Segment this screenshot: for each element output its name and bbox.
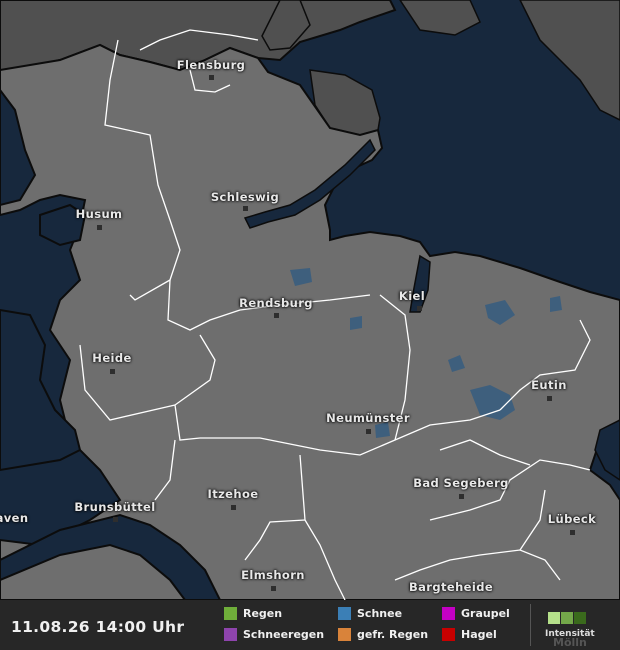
legend-bar: 11.08.26 14:00 Uhr Regen Schnee Graupel … (0, 600, 620, 650)
intensity-swatch-low (548, 612, 560, 624)
intensity-swatch-mid (561, 612, 573, 624)
snow-swatch (338, 607, 351, 620)
legend-divider (530, 604, 531, 646)
city-label-heide: Heide (92, 351, 132, 365)
lake-3 (350, 316, 362, 330)
city-label-schleswig: Schleswig (210, 190, 280, 204)
city-label-rendsburg: Rendsburg (239, 296, 313, 310)
city-label-luebeck: Lübeck (547, 512, 597, 526)
city-dot-heide (110, 369, 115, 374)
graupel-swatch (442, 607, 455, 620)
freezing-rain-swatch (338, 628, 351, 641)
city-dot-itzehoe (231, 505, 236, 510)
city-label-husum: Husum (75, 207, 123, 221)
legend-item-regen: Regen (224, 607, 282, 620)
legend-label-schnee: Schnee (357, 607, 403, 620)
city-dot-elmshorn (271, 586, 276, 591)
sleet-swatch (224, 628, 237, 641)
timestamp: 11.08.26 14:00 Uhr (11, 618, 185, 636)
city-label-neumuenster: Neumünster (326, 411, 410, 425)
city-dot-schleswig (243, 206, 248, 211)
lake-5 (550, 296, 562, 312)
legend-item-hagel: Hagel (442, 628, 497, 641)
city-dot-luebeck (570, 530, 575, 535)
legend-label-gefr-regen: gefr. Regen (357, 628, 429, 641)
intensity-swatch-high (574, 612, 586, 624)
rain-swatch (224, 607, 237, 620)
legend-label-graupel: Graupel (461, 607, 510, 620)
city-dot-bad-segeberg (459, 494, 464, 499)
city-dot-brunsbuettel (113, 517, 118, 522)
city-dot-husum (97, 225, 102, 230)
city-label-eutin: Eutin (531, 378, 567, 392)
city-dot-flensburg (209, 75, 214, 80)
city-dot-kiel (417, 306, 422, 311)
city-label-aven: aven (0, 511, 29, 525)
legend-item-schnee: Schnee (338, 607, 402, 620)
city-label-elmshorn: Elmshorn (241, 568, 305, 582)
hail-swatch (442, 628, 455, 641)
legend-item-graupel: Graupel (442, 607, 510, 620)
city-dot-eutin (547, 396, 552, 401)
city-dot-neumuenster (366, 429, 371, 434)
city-label-bad-segeberg: Bad Segeberg (413, 476, 509, 490)
legend-item-schneeregen: Schneeregen (224, 628, 324, 641)
city-dot-rendsburg (274, 313, 279, 318)
weather-map[interactable]: Flensburg Schleswig Husum Rendsburg Kiel… (0, 0, 620, 601)
legend-label-regen: Regen (243, 607, 283, 620)
legend-label-schneeregen: Schneeregen (243, 628, 325, 641)
legend-item-gefr-regen: gefr. Regen (338, 628, 428, 641)
intensity-scale (548, 612, 587, 624)
intensity-label: Intensität (545, 629, 595, 639)
city-label-flensburg: Flensburg (176, 58, 246, 72)
city-label-kiel: Kiel (398, 289, 426, 303)
city-label-brunsbuettel: Brunsbüttel (74, 500, 156, 514)
city-label-bargteheide: Bargteheide (408, 580, 494, 594)
city-label-itzehoe: Itzehoe (207, 487, 259, 501)
legend-label-hagel: Hagel (461, 628, 497, 641)
